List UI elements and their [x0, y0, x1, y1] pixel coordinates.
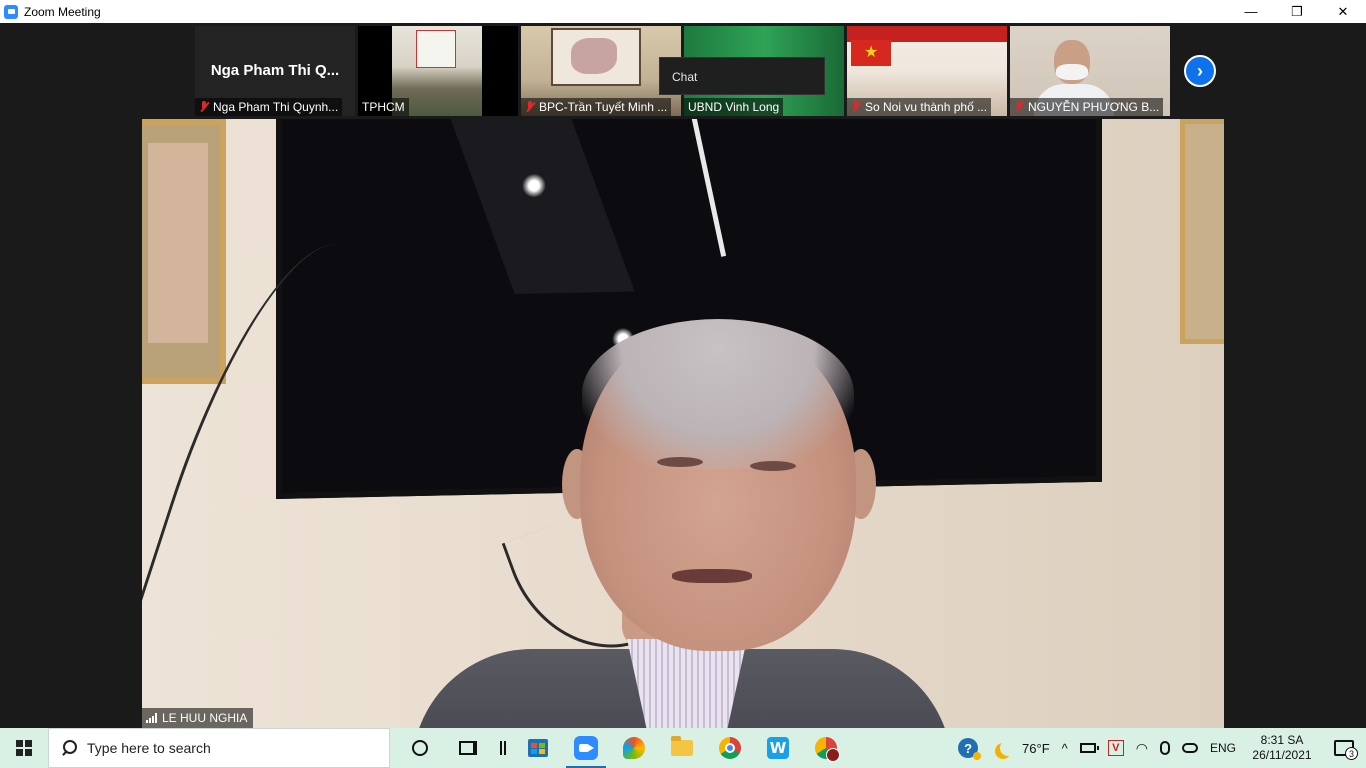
participant-name: Nga Pham Thi Quynh... — [213, 100, 339, 114]
participant-label: TPHCM — [358, 98, 409, 116]
active-speaker-video[interactable]: LE HUU NGHIA — [142, 119, 1224, 728]
window-controls: — ❐ ✕ — [1228, 0, 1366, 23]
chrome-profile-icon — [815, 737, 840, 762]
store-app-button[interactable] — [514, 728, 562, 768]
chevron-up-icon: ^ — [1061, 740, 1068, 756]
participant-name: UBND Vinh Long — [688, 100, 780, 114]
wall-picture-frame — [1180, 119, 1224, 344]
windows-logo-icon — [16, 740, 32, 756]
zoom-app-icon — [4, 4, 18, 19]
file-explorer-button[interactable] — [658, 728, 706, 768]
w-app-icon: W — [767, 737, 789, 759]
wall-picture-frame — [142, 119, 226, 384]
participant-tile[interactable]: TPHCM — [358, 26, 518, 116]
v-app-icon: V — [1107, 740, 1124, 756]
chrome-profile-button[interactable] — [802, 728, 850, 768]
muted-mic-icon — [525, 101, 535, 113]
speaker-person — [372, 319, 972, 728]
next-page-button[interactable]: › — [1184, 55, 1216, 87]
paint-app-button[interactable] — [610, 728, 658, 768]
task-view-icon — [459, 741, 477, 755]
title-bar: Zoom Meeting — ❐ ✕ — [0, 0, 1366, 23]
show-hidden-icons-button[interactable]: ^ — [1056, 728, 1074, 768]
participant-name: NGUYỄN PHƯƠNG B... — [1028, 100, 1160, 114]
zoom-icon — [574, 736, 598, 760]
microphone-tray-button[interactable] — [1154, 728, 1176, 768]
clock-time: 8:31 SA — [1260, 733, 1304, 747]
chat-tooltip-text: Chat — [672, 70, 698, 84]
participant-name: TPHCM — [362, 100, 405, 114]
cortana-button[interactable] — [396, 728, 444, 768]
participant-label: So Noi vu thành phố ... — [847, 98, 992, 116]
divider-icon — [500, 741, 506, 755]
zoom-app-button[interactable] — [562, 728, 610, 768]
participant-tile[interactable]: So Noi vu thành phố ... — [847, 26, 1007, 116]
notifications-button[interactable]: 3 — [1322, 728, 1366, 768]
muted-mic-icon — [199, 101, 209, 113]
speaker-name-label: LE HUU NGHIA — [142, 708, 254, 728]
signal-strength-icon — [146, 713, 157, 723]
store-icon — [528, 739, 548, 757]
battery-button[interactable] — [1074, 728, 1102, 768]
clock[interactable]: 8:31 SA 26/11/2021 — [1242, 728, 1322, 768]
participant-big-name: Nga Pham Thi Q... — [210, 62, 340, 79]
close-button[interactable]: ✕ — [1320, 0, 1366, 23]
minimize-button[interactable]: — — [1228, 0, 1274, 23]
participant-name: So Noi vu thành phố ... — [865, 100, 988, 114]
microphone-icon — [1159, 741, 1170, 755]
weather-temperature: 76°F — [1022, 740, 1050, 756]
window-title: Zoom Meeting — [24, 4, 101, 19]
participant-label: UBND Vinh Long — [684, 98, 784, 116]
taskbar-search[interactable]: Type here to search — [48, 728, 390, 768]
restore-button[interactable]: ❐ — [1274, 0, 1320, 23]
chrome-button[interactable] — [706, 728, 754, 768]
start-button[interactable] — [0, 728, 48, 768]
participant-tile[interactable]: NGUYỄN PHƯƠNG B... — [1010, 26, 1170, 116]
meeting-area: Nga Pham Thi Q... Nga Pham Thi Quynh... … — [0, 23, 1366, 728]
clock-date: 26/11/2021 — [1252, 748, 1312, 762]
cloud-icon — [1181, 743, 1198, 753]
chat-tooltip: Chat — [659, 57, 825, 95]
folder-icon — [671, 736, 693, 756]
onedrive-button[interactable] — [1176, 728, 1204, 768]
paint-icon — [623, 737, 645, 759]
battery-icon — [1079, 743, 1099, 753]
muted-mic-icon — [851, 101, 861, 113]
speaker-name: LE HUU NGHIA — [162, 711, 248, 725]
participant-name: BPC-Trần Tuyết Minh ... — [539, 100, 668, 114]
w-app-button[interactable]: W — [754, 728, 802, 768]
language-indicator[interactable]: ENG — [1204, 728, 1242, 768]
v-tray-button[interactable]: V — [1102, 728, 1130, 768]
taskbar: Type here to search W ? 76°F ^ V ◠ ENG 8… — [0, 728, 1366, 768]
chrome-icon — [719, 737, 741, 759]
search-placeholder: Type here to search — [87, 740, 211, 756]
muted-mic-icon — [1014, 101, 1024, 113]
system-tray: ? 76°F ^ V ◠ ENG 8:31 SA 26/11/2021 3 — [948, 728, 1366, 768]
help-icon: ? — [958, 738, 982, 760]
network-button[interactable]: ◠ — [1130, 728, 1154, 768]
moon-icon — [1000, 740, 1016, 756]
search-icon — [61, 740, 77, 756]
task-view-button[interactable] — [444, 728, 492, 768]
help-tray-button[interactable]: ? — [948, 728, 988, 768]
participant-tile[interactable]: Nga Pham Thi Q... Nga Pham Thi Quynh... — [195, 26, 355, 116]
wifi-icon: ◠ — [1135, 739, 1148, 756]
taskbar-apps: W — [396, 728, 850, 768]
participant-label: Nga Pham Thi Quynh... — [195, 98, 343, 116]
cortana-icon — [412, 740, 428, 756]
participant-label: BPC-Trần Tuyết Minh ... — [521, 98, 672, 116]
participant-video — [551, 28, 641, 86]
notification-count: 3 — [1345, 747, 1358, 760]
weather-widget[interactable]: 76°F — [988, 728, 1056, 768]
notification-icon: 3 — [1334, 740, 1358, 760]
flag-image — [851, 40, 891, 66]
participant-label: NGUYỄN PHƯƠNG B... — [1010, 98, 1164, 116]
participant-tile[interactable]: BPC-Trần Tuyết Minh ... — [521, 26, 681, 116]
taskbar-divider — [492, 728, 514, 768]
